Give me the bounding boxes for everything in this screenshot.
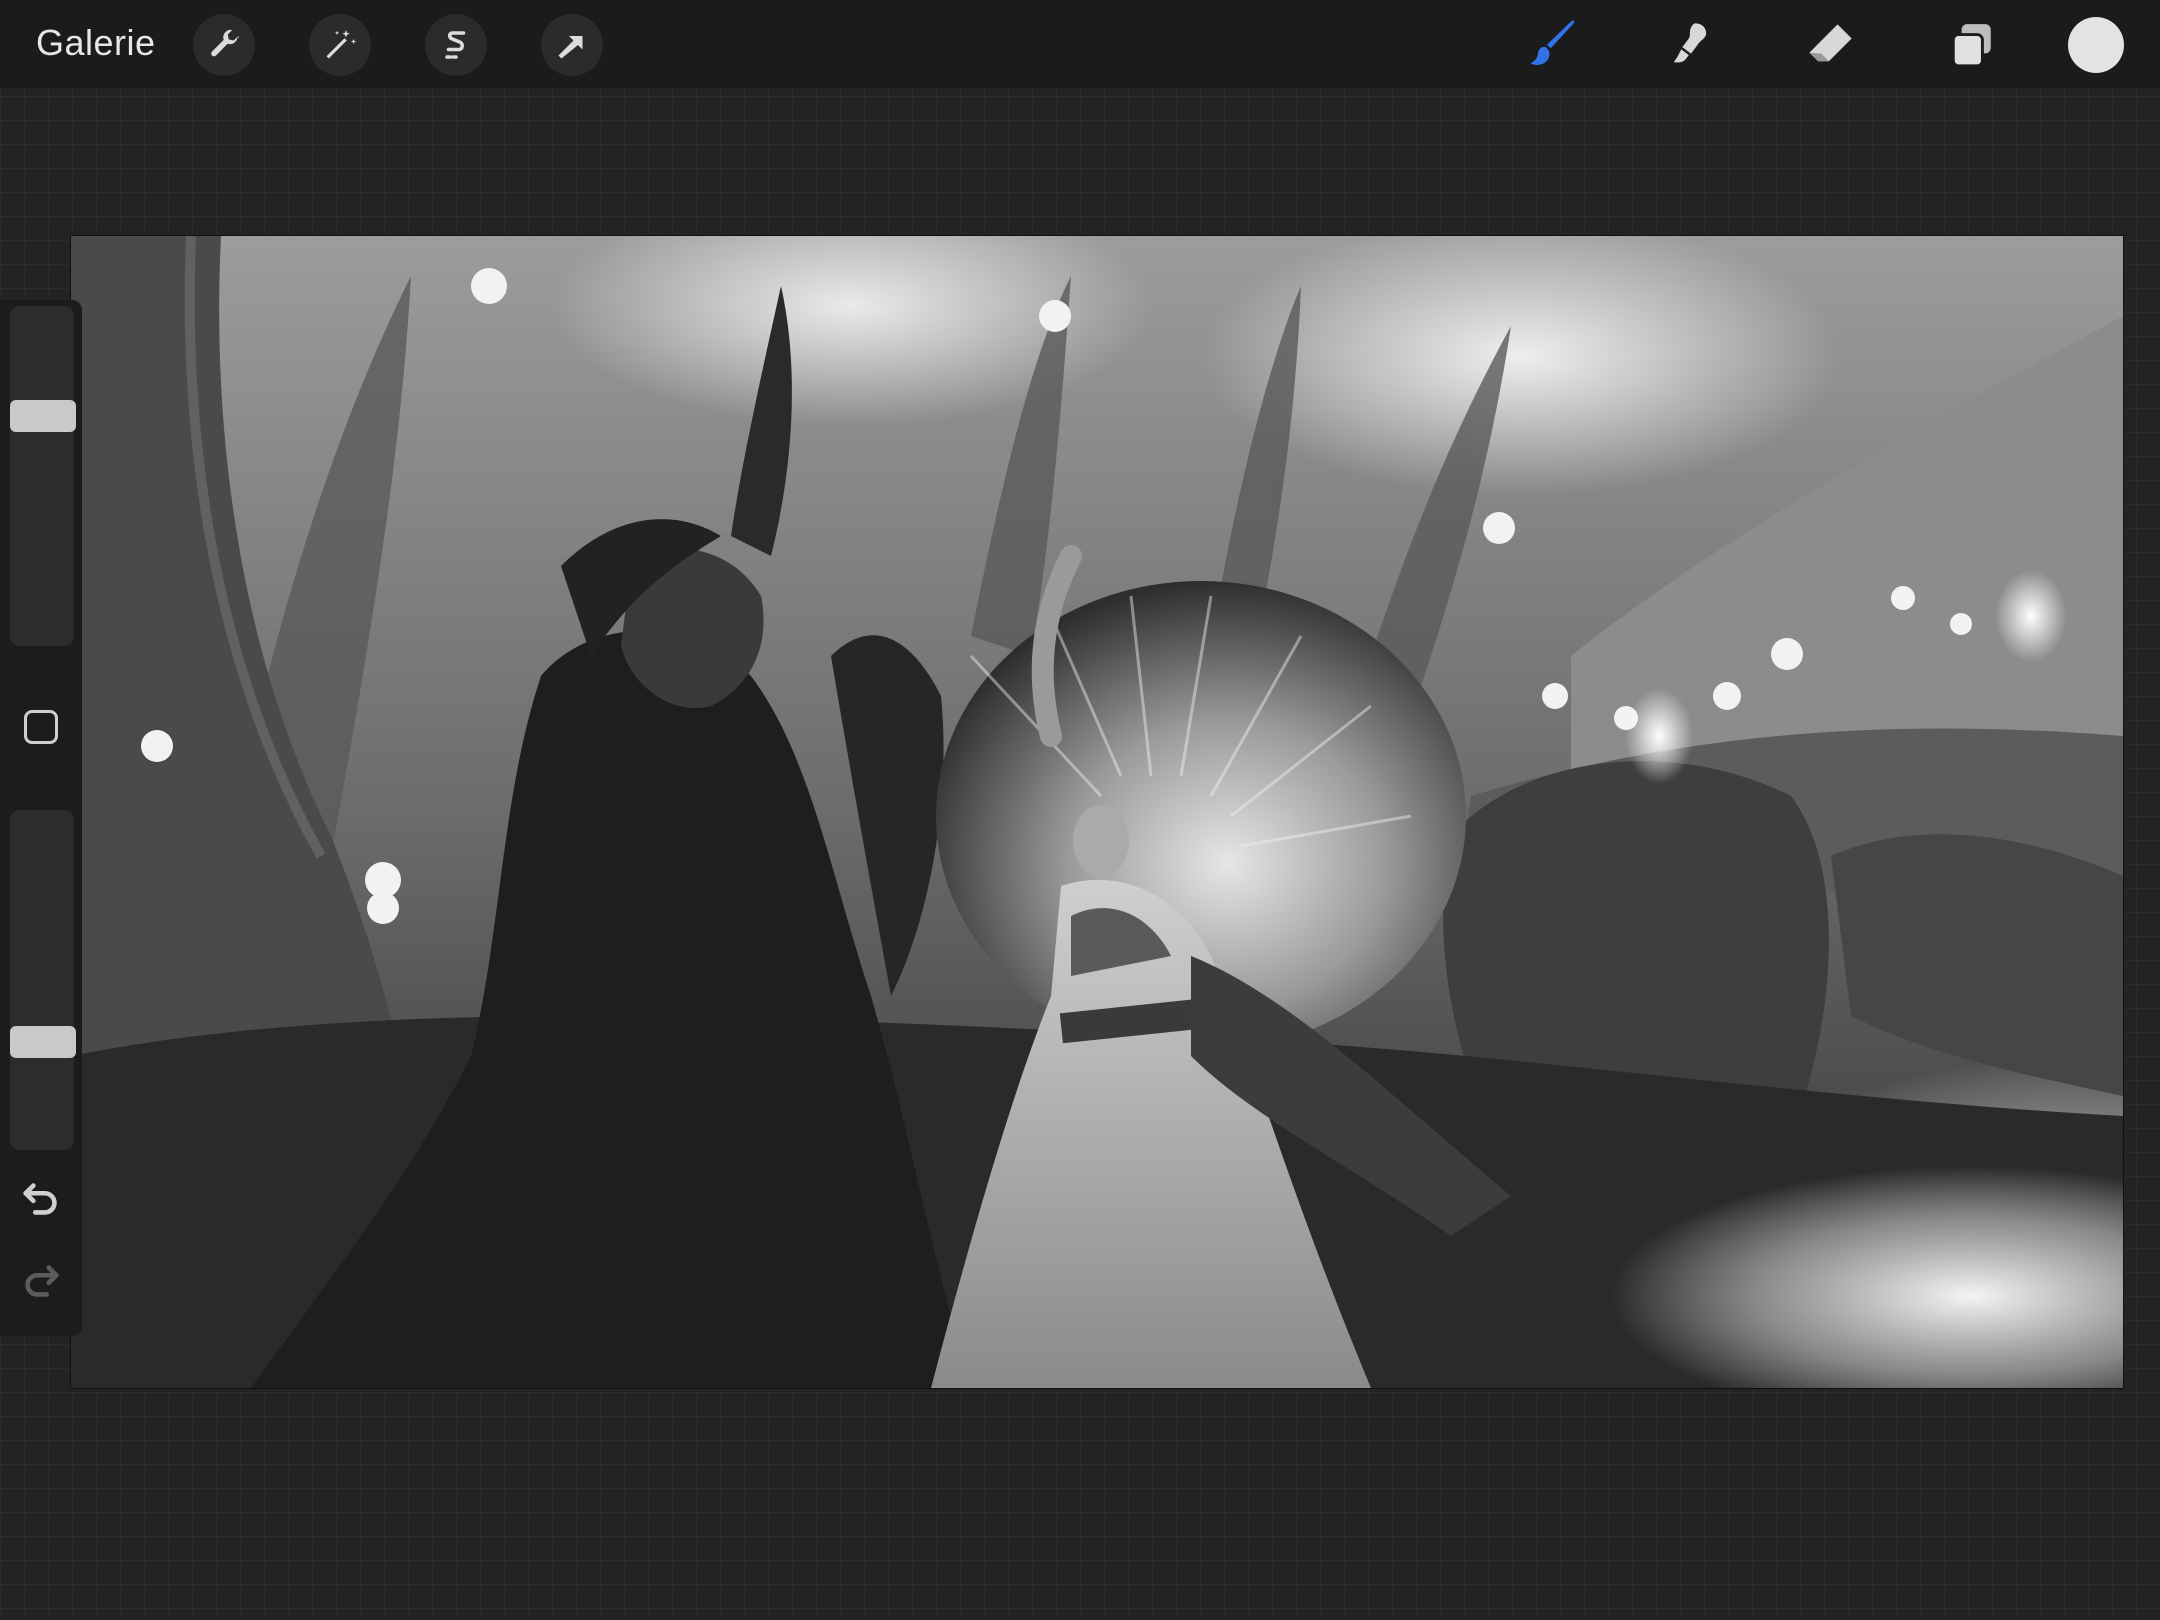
layers-button[interactable] [1941, 14, 2003, 76]
magic-wand-icon [326, 30, 357, 59]
selection-s-icon [445, 31, 466, 59]
transform-button[interactable] [541, 14, 603, 76]
undo-button[interactable] [18, 1176, 64, 1222]
selection-button[interactable] [425, 14, 487, 76]
smudge-tool-button[interactable] [1660, 14, 1722, 76]
layers-icon [1951, 24, 1991, 68]
undo-icon [23, 1183, 57, 1215]
brush-icon [1530, 20, 1575, 65]
modify-button[interactable] [24, 710, 58, 744]
brush-size-slider[interactable] [10, 306, 76, 646]
top-toolbar: Galerie [0, 0, 2160, 88]
gallery-button[interactable]: Galerie [36, 22, 156, 64]
eraser-icon [1809, 24, 1852, 62]
left-sidebar [0, 300, 82, 1336]
smudge-icon [1673, 23, 1707, 63]
redo-icon [25, 1265, 59, 1297]
actions-button[interactable] [193, 14, 255, 76]
color-picker-button[interactable] [2068, 17, 2124, 73]
opacity-thumb[interactable] [10, 1026, 76, 1058]
drawing-canvas[interactable] [70, 235, 2124, 1389]
artwork-illustration [71, 236, 2123, 1388]
brush-size-thumb[interactable] [10, 400, 76, 432]
redo-button[interactable] [18, 1258, 64, 1304]
adjustments-button[interactable] [309, 14, 371, 76]
brush-tool-button[interactable] [1522, 14, 1584, 76]
eraser-tool-button[interactable] [1799, 14, 1861, 76]
transform-arrow-icon [558, 36, 583, 59]
wrench-icon [211, 29, 239, 57]
opacity-slider[interactable] [10, 810, 76, 1150]
